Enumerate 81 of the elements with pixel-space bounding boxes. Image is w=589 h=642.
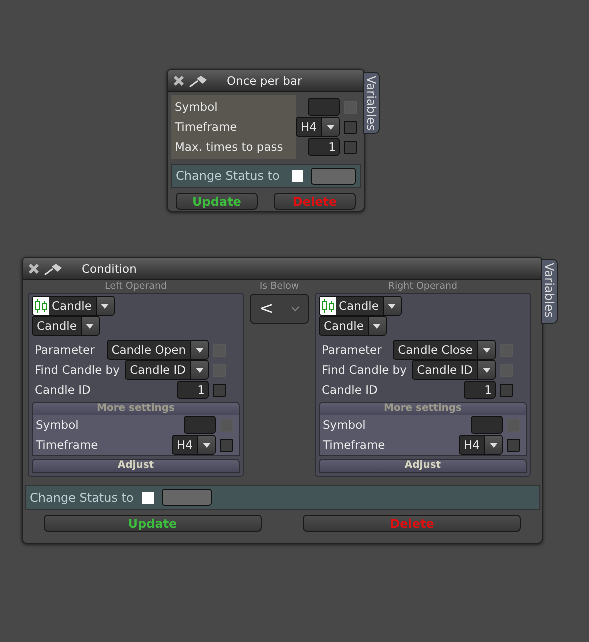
dropdown-button[interactable] <box>197 436 215 454</box>
dropdown-button[interactable] <box>190 361 208 379</box>
side-tab[interactable]: Variables <box>541 259 558 324</box>
caret-icon <box>202 442 210 448</box>
input-field[interactable] <box>184 416 216 434</box>
checkbox[interactable] <box>142 492 154 504</box>
checkbox[interactable] <box>292 170 303 182</box>
section-header[interactable]: Adjust <box>32 459 240 473</box>
caret-icon <box>482 348 490 352</box>
field-label: Parameter <box>322 343 383 357</box>
checkbox[interactable] <box>220 438 233 452</box>
caret-icon <box>482 368 490 372</box>
chevron-icon <box>290 306 300 312</box>
dropdown[interactable]: Candle Open <box>106 340 209 360</box>
dropdown-button[interactable] <box>190 341 208 359</box>
dropdown[interactable]: Candle <box>319 296 402 316</box>
input-field[interactable]: 1 <box>464 381 496 399</box>
field-label: Find Candle by <box>35 363 121 377</box>
dropdown-button[interactable] <box>368 317 386 335</box>
field-label: Symbol <box>36 418 80 432</box>
close-icon[interactable] <box>173 74 185 86</box>
update-button[interactable]: Update <box>176 193 258 210</box>
color-swatch[interactable] <box>310 168 356 184</box>
checkbox[interactable] <box>500 384 513 396</box>
dropdown-button[interactable] <box>80 317 99 335</box>
caret-icon <box>490 442 498 448</box>
input-field[interactable] <box>471 416 503 434</box>
color-swatch[interactable] <box>162 489 212 506</box>
dropdown[interactable]: Candle <box>32 296 115 316</box>
column-heading: Is Below <box>258 281 300 293</box>
field-label: Timeframe <box>323 438 386 452</box>
field-label: Timeframe <box>175 120 238 134</box>
column-heading: Right Operand <box>387 281 459 293</box>
side-tab[interactable]: Variables <box>363 72 380 134</box>
dropdown[interactable]: Candle <box>319 316 387 336</box>
caret-icon <box>86 324 94 328</box>
dropdown-button[interactable] <box>484 436 502 454</box>
field-label: Max. times to pass <box>175 140 284 154</box>
dropdown[interactable]: H4 <box>296 117 340 137</box>
field-label: Candle ID <box>35 383 92 397</box>
window-title: Condition <box>82 262 137 276</box>
input-field[interactable]: 1 <box>308 138 340 156</box>
checkbox[interactable] <box>213 384 226 396</box>
checkbox[interactable] <box>507 438 520 452</box>
dropdown[interactable]: Candle ID <box>125 360 209 380</box>
dropdown[interactable]: Candle ID <box>412 360 496 380</box>
candlestick-icon <box>321 299 335 313</box>
status-label: Change Status to <box>30 490 134 504</box>
field-label: Timeframe <box>36 438 100 452</box>
field-label: Find Candle by <box>322 363 408 377</box>
checkbox[interactable] <box>344 120 357 134</box>
caret-icon <box>373 324 382 328</box>
caret-icon <box>196 348 204 352</box>
candlestick-icon <box>34 299 48 313</box>
window-title: Once per bar <box>227 74 302 88</box>
dropdown-button[interactable] <box>477 361 495 379</box>
checkbox[interactable] <box>344 140 357 154</box>
input-field[interactable]: 1 <box>177 381 209 399</box>
caret-icon <box>326 124 334 130</box>
field-label: Symbol <box>175 100 219 114</box>
dropdown[interactable]: Candle <box>32 316 100 336</box>
dropdown-button[interactable] <box>321 118 339 136</box>
caret-icon <box>101 304 110 308</box>
column-heading: Left Operand <box>104 281 168 293</box>
dropdown-button[interactable] <box>477 341 495 359</box>
dropdown-button[interactable] <box>96 297 114 315</box>
close-icon[interactable] <box>28 262 40 274</box>
caret-icon <box>388 304 396 308</box>
caret-icon <box>196 368 204 372</box>
section-header[interactable]: Adjust <box>319 459 527 473</box>
dropdown[interactable]: H4 <box>172 435 216 455</box>
field-label: Parameter <box>35 343 96 357</box>
update-button[interactable]: Update <box>44 515 262 532</box>
operator-dropdown[interactable]: < <box>250 294 309 324</box>
field-label: Symbol <box>323 418 367 432</box>
field-label: Candle ID <box>322 383 379 397</box>
dropdown[interactable]: H4 <box>459 435 503 455</box>
dropdown-button[interactable] <box>382 297 401 315</box>
dropdown[interactable]: Candle Close <box>393 340 496 360</box>
status-label: Change Status to <box>176 169 281 183</box>
input-field[interactable] <box>308 98 340 116</box>
